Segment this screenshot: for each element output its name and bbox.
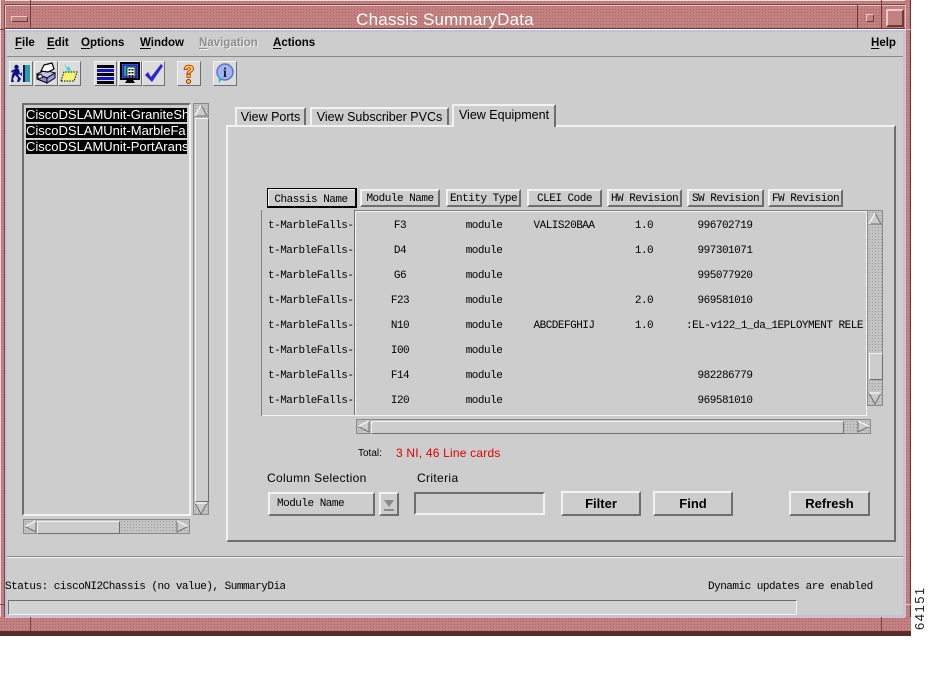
svg-text:i: i [223, 66, 227, 81]
svg-text:?: ? [184, 62, 194, 81]
